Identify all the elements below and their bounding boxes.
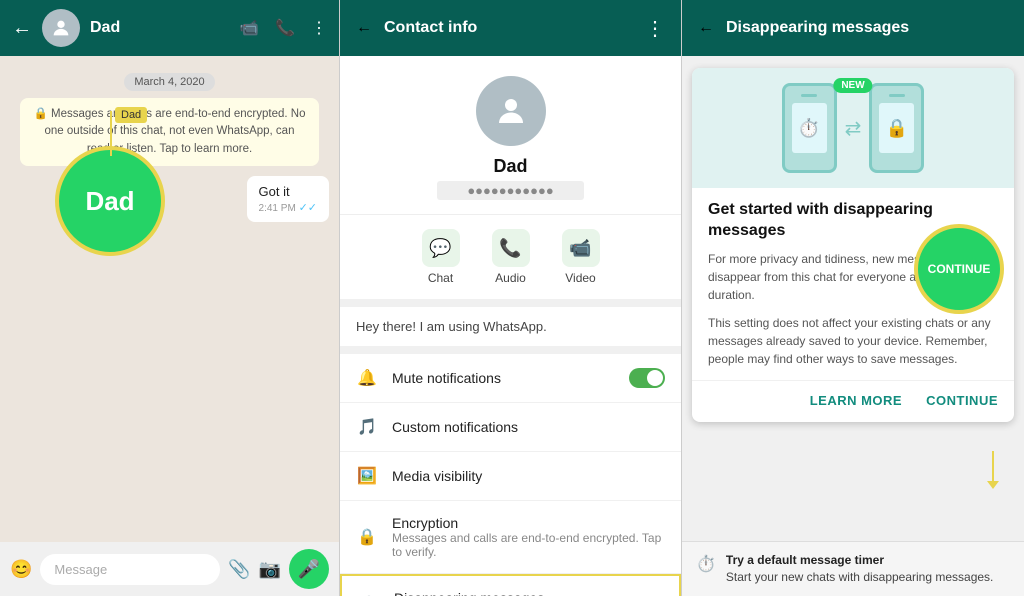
- continue-arrow-annotation: [987, 451, 999, 489]
- audio-action-label: Audio: [495, 271, 526, 285]
- custom-notifications-item[interactable]: 🎵 Custom notifications: [340, 403, 681, 452]
- video-action[interactable]: 📹 Video: [562, 229, 600, 285]
- phone-right-screen: 🔒: [879, 103, 914, 153]
- info-contact-name: Dad: [493, 156, 527, 177]
- voice-call-icon[interactable]: 📞: [275, 18, 295, 38]
- phones-illustration: ⏱️ ⇄ 🔒: [782, 83, 925, 173]
- custom-notifications-text: Custom notifications: [392, 419, 665, 435]
- chat-footer: 😊 Message 📎 📷 🎤: [0, 542, 339, 596]
- disappearing-header-title: Disappearing messages: [726, 19, 909, 37]
- music-icon: 🎵: [356, 417, 378, 437]
- attachment-icon[interactable]: 📎: [228, 559, 250, 580]
- back-icon[interactable]: ←: [12, 17, 32, 40]
- dialog-buttons: LEARN MORE CONTINUE: [692, 380, 1014, 422]
- phone-left: ⏱️: [782, 83, 837, 173]
- disappearing-bottom-section: ⏱️ Try a default message timer Start you…: [682, 541, 1024, 596]
- video-action-icon: 📹: [562, 229, 600, 267]
- info-actions: 💬 Chat 📞 Audio 📹 Video: [340, 215, 681, 307]
- disappearing-messages-text: Disappearing messages Off: [394, 590, 663, 596]
- disappearing-back-icon[interactable]: ←: [698, 19, 714, 37]
- video-call-icon[interactable]: 📹: [239, 18, 259, 38]
- disappearing-messages-item[interactable]: ⏱️ Disappearing messages Off: [340, 574, 681, 596]
- dialog-illustration: ⏱️ ⇄ 🔒 NEW: [692, 68, 1014, 188]
- contact-info-panel: ← Contact info ⋮ Dad ●●●●●●●●●●● 💬 Chat …: [340, 0, 682, 596]
- info-profile: Dad ●●●●●●●●●●●: [340, 56, 681, 215]
- dad-highlight-circle: Dad: [55, 146, 165, 256]
- disappearing-body: ⏱️ ⇄ 🔒 NEW Get started with disappearing…: [682, 56, 1024, 541]
- continue-button[interactable]: CONTINUE: [926, 393, 998, 408]
- annotation-arrow: Dad: [60, 111, 112, 156]
- media-icon: 🖼️: [356, 466, 378, 486]
- bubble-meta: 2:41 PM ✓✓: [259, 201, 317, 214]
- chat-date: March 4, 2020: [10, 72, 329, 90]
- continue-highlight-circle: CONTINUE: [914, 224, 1004, 314]
- mic-button[interactable]: 🎤: [289, 549, 329, 589]
- info-phone: ●●●●●●●●●●●: [437, 181, 583, 200]
- mute-notifications-item[interactable]: 🔔 Mute notifications: [340, 354, 681, 403]
- info-more-options-icon[interactable]: ⋮: [645, 16, 665, 41]
- mute-notifications-text: Mute notifications: [392, 370, 615, 386]
- mute-toggle[interactable]: [629, 368, 665, 388]
- disappearing-header: ← Disappearing messages: [682, 0, 1024, 56]
- info-avatar: [476, 76, 546, 146]
- chat-body: Dad Dad March 4, 2020 🔒 Messages and cal…: [0, 56, 339, 542]
- chat-action[interactable]: 💬 Chat: [422, 229, 460, 285]
- chat-contact-name: Dad: [90, 19, 229, 37]
- encryption-item[interactable]: 🔒 Encryption Messages and calls are end-…: [340, 501, 681, 574]
- dialog-desc2: This setting does not affect your existi…: [708, 314, 998, 368]
- info-header-title: Contact info: [384, 19, 633, 37]
- emoji-icon[interactable]: 😊: [10, 559, 32, 580]
- phone-left-screen: ⏱️: [792, 103, 827, 153]
- arrows-icon: ⇄: [845, 116, 862, 141]
- contact-bio: Hey there! I am using WhatsApp.: [340, 307, 681, 354]
- media-visibility-text: Media visibility: [392, 468, 665, 484]
- bell-icon: 🔔: [356, 368, 378, 388]
- disappearing-panel: ← Disappearing messages ⏱️ ⇄ 🔒 NEW Get s…: [682, 0, 1024, 596]
- chat-header: ← Dad 📹 📞 ⋮: [0, 0, 339, 56]
- media-visibility-item[interactable]: 🖼️ Media visibility: [340, 452, 681, 501]
- info-header: ← Contact info ⋮: [340, 0, 681, 56]
- message-input[interactable]: Message: [40, 554, 220, 585]
- info-back-icon[interactable]: ←: [356, 19, 372, 37]
- learn-more-button[interactable]: LEARN MORE: [810, 393, 902, 408]
- encryption-text: Encryption Messages and calls are end-to…: [392, 515, 665, 559]
- message-bubble: Got it 2:41 PM ✓✓: [247, 176, 329, 222]
- default-timer-text: Try a default message timer Start your n…: [726, 552, 993, 586]
- new-badge: NEW: [833, 78, 872, 93]
- default-timer-icon: ⏱️: [696, 554, 716, 574]
- chat-panel: ← Dad 📹 📞 ⋮ Dad Dad March 4, 2020 🔒 Mess…: [0, 0, 340, 596]
- more-options-icon[interactable]: ⋮: [311, 18, 327, 38]
- audio-action-icon: 📞: [492, 229, 530, 267]
- chat-header-icons: 📹 📞 ⋮: [239, 18, 327, 38]
- bubble-text: Got it: [259, 184, 290, 199]
- avatar: [42, 9, 80, 47]
- annotation-label: Dad: [115, 107, 147, 123]
- default-timer-item[interactable]: ⏱️ Try a default message timer Start you…: [696, 552, 1010, 586]
- camera-icon[interactable]: 📷: [259, 559, 281, 580]
- read-receipt-icon: ✓✓: [299, 202, 317, 214]
- chat-action-label: Chat: [428, 271, 453, 285]
- settings-list: 🔔 Mute notifications 🎵 Custom notificati…: [340, 354, 681, 596]
- audio-action[interactable]: 📞 Audio: [492, 229, 530, 285]
- lock-icon: 🔒: [356, 527, 378, 547]
- phone-right: 🔒: [869, 83, 924, 173]
- video-action-label: Video: [565, 271, 595, 285]
- chat-action-icon: 💬: [422, 229, 460, 267]
